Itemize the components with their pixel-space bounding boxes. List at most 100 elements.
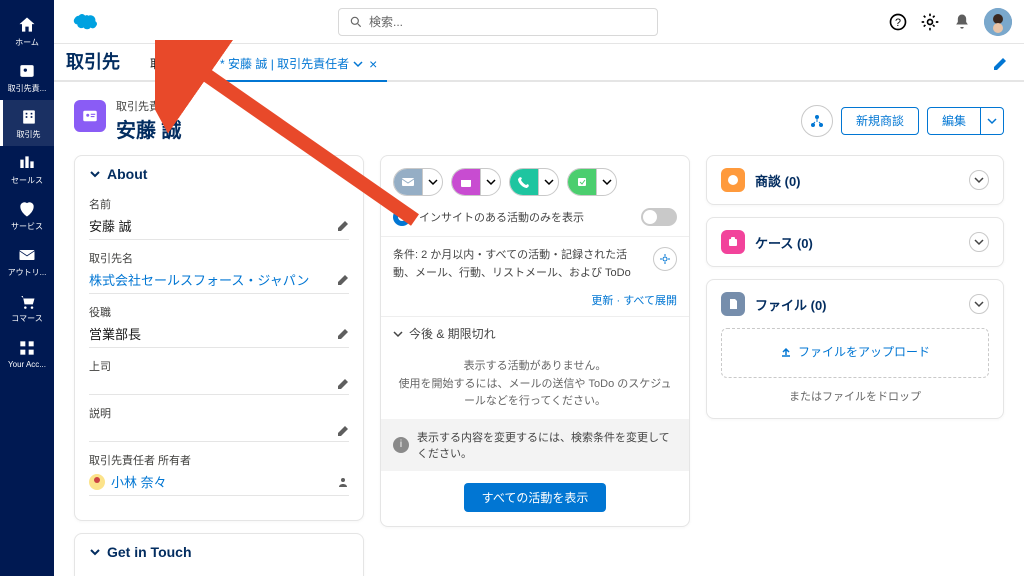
nav-label: 取引先責... — [8, 83, 47, 94]
field-label: 上司 — [89, 358, 349, 374]
expand-all-link[interactable]: すべて展開 — [623, 295, 677, 307]
owner-link[interactable]: 小林 奈々 — [89, 470, 349, 496]
record-header: 取引先責任者 安藤 誠 新規商談 編集 — [54, 82, 1024, 155]
refresh-link[interactable]: 更新 — [591, 295, 613, 307]
nav-commerce[interactable]: コマース — [0, 284, 54, 330]
nav-contact[interactable]: 取引先責... — [0, 54, 54, 100]
edit-field-icon[interactable] — [337, 328, 349, 340]
bell-icon[interactable] — [952, 12, 972, 32]
new-opportunity-button[interactable]: 新規商談 — [841, 107, 919, 135]
global-header: 検索... ? — [54, 0, 1024, 44]
chevron-down-icon — [190, 59, 200, 69]
edit-icon[interactable] — [992, 56, 1008, 72]
record-name: 安藤 誠 — [116, 114, 182, 143]
account-link[interactable]: 株式会社セールスフォース・ジャパン — [89, 268, 349, 294]
salesforce-logo — [66, 11, 98, 33]
upload-button[interactable]: ファイルをアップロード — [780, 343, 930, 360]
related-cases[interactable]: ケース (0) — [706, 217, 1004, 267]
user-avatar[interactable] — [984, 8, 1012, 36]
event-action[interactable] — [451, 168, 501, 196]
field-label: 名前 — [89, 196, 349, 212]
field-label: 役職 — [89, 304, 349, 320]
title-value: 営業部長 — [89, 322, 349, 348]
upcoming-section-header[interactable]: 今後 & 期限切れ — [381, 316, 689, 350]
change-owner-icon[interactable] — [337, 476, 349, 488]
contact-icon — [17, 61, 37, 81]
chevron-down-icon — [974, 299, 984, 309]
edit-field-icon[interactable] — [337, 274, 349, 286]
chevron-down-icon — [89, 546, 101, 558]
nav-label: サービス — [11, 221, 43, 232]
help-icon[interactable]: ? — [888, 12, 908, 32]
edit-field-icon[interactable] — [337, 425, 349, 437]
search-input[interactable]: 検索... — [338, 8, 658, 36]
case-icon — [721, 230, 745, 254]
get-in-touch-header[interactable]: Get in Touch — [75, 534, 363, 570]
info-icon: i — [393, 437, 409, 453]
related-menu-button[interactable] — [969, 232, 989, 252]
manager-value — [89, 376, 349, 395]
field-label: 取引先名 — [89, 250, 349, 266]
chevron-down-icon — [89, 168, 101, 180]
insight-icon — [393, 208, 411, 226]
nav-label: コマース — [11, 313, 43, 324]
edit-field-icon[interactable] — [337, 220, 349, 232]
nav-label: Your Acc... — [8, 360, 46, 369]
nav-youracct[interactable]: Your Acc... — [0, 330, 54, 376]
tab-contact-record[interactable]: * 安藤 誠 | 取引先責任者 × — [210, 47, 387, 82]
about-header[interactable]: About — [75, 156, 363, 192]
chevron-down-icon — [353, 59, 363, 69]
filter-settings-button[interactable] — [653, 247, 677, 271]
empty-activity-text: 表示する活動がありません。 使用を開始するには、メールの送信や ToDo のスケ… — [381, 350, 689, 419]
gear-icon[interactable] — [920, 12, 940, 32]
nav-service[interactable]: サービス — [0, 192, 54, 238]
more-actions-button[interactable] — [981, 107, 1004, 135]
tab-bar: 取引先 取引先 * 安藤 誠 | 取引先責任者 × — [54, 44, 1024, 82]
activity-card: インサイトのある活動のみを表示 条件: 2 か月以内・すべての活動・記録された活… — [380, 155, 690, 527]
chevron-down-icon — [974, 237, 984, 247]
chevron-down-icon — [987, 116, 997, 126]
edit-field-icon[interactable] — [337, 378, 349, 390]
name-value: 安藤 誠 — [89, 214, 349, 240]
related-menu-button[interactable] — [969, 294, 989, 314]
nav-label: アウトリ... — [8, 267, 47, 278]
related-menu-button[interactable] — [969, 170, 989, 190]
insight-toggle[interactable] — [641, 208, 677, 226]
nav-sales[interactable]: セールス — [0, 146, 54, 192]
owner-avatar-icon — [89, 474, 105, 490]
about-card: About 名前安藤 誠 取引先名株式会社セールスフォース・ジャパン 役職営業部… — [74, 155, 364, 521]
tab-accounts[interactable]: 取引先 — [140, 47, 210, 80]
nav-home[interactable]: ホーム — [0, 8, 54, 54]
chevron-down-icon — [974, 175, 984, 185]
email-icon — [401, 175, 415, 189]
file-upload-zone[interactable]: ファイルをアップロード — [721, 328, 989, 378]
chevron-down-icon — [602, 177, 612, 187]
nav-outreach[interactable]: アウトリ... — [0, 238, 54, 284]
call-action[interactable] — [509, 168, 559, 196]
filter-links: 更新 · すべて展開 — [381, 292, 689, 316]
calendar-icon — [459, 175, 473, 189]
chevron-down-icon — [428, 177, 438, 187]
left-navigation: ホーム 取引先責... 取引先 セールス サービス アウトリ... コマース Y… — [0, 0, 54, 576]
task-action[interactable] — [567, 168, 617, 196]
tab-label: * 安藤 誠 | 取引先責任者 — [220, 55, 349, 72]
account-icon — [19, 107, 39, 127]
content-grid: About 名前安藤 誠 取引先名株式会社セールスフォース・ジャパン 役職営業部… — [54, 155, 1024, 576]
email-action[interactable] — [393, 168, 443, 196]
hierarchy-icon — [810, 114, 824, 128]
chevron-down-icon — [486, 177, 496, 187]
related-opportunities[interactable]: 商談 (0) — [706, 155, 1004, 205]
page-title: 取引先 — [66, 48, 120, 80]
close-tab-icon[interactable]: × — [369, 56, 377, 72]
nav-account[interactable]: 取引先 — [0, 100, 54, 146]
main-area: 検索... ? 取引先 取引先 * 安藤 誠 | 取引先責任者 × — [54, 0, 1024, 576]
related-files-header[interactable]: ファイル (0) — [707, 280, 1003, 328]
record-type: 取引先責任者 — [116, 98, 182, 114]
search-icon — [349, 15, 363, 29]
hierarchy-button[interactable] — [801, 105, 833, 137]
insight-toggle-row: インサイトのある活動のみを表示 — [381, 208, 689, 237]
file-icon — [721, 292, 745, 316]
edit-button[interactable]: 編集 — [927, 107, 981, 135]
get-in-touch-card: Get in Touch 電話03-4222-1000 メール 住所(郵送先) — [74, 533, 364, 576]
show-all-activity-button[interactable]: すべての活動を表示 — [464, 483, 607, 512]
